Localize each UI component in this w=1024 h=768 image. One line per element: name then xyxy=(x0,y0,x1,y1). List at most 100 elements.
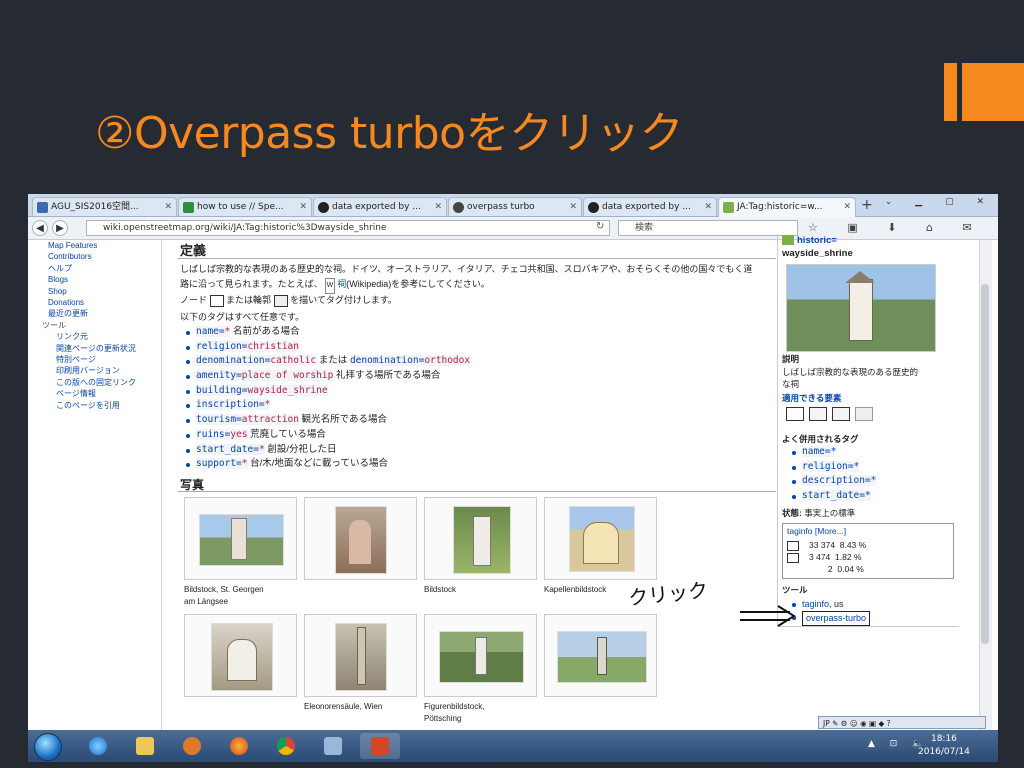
speakerdeck-icon xyxy=(183,202,194,213)
infobox-usage-label[interactable]: 適用できる要素 xyxy=(782,392,841,404)
reload-icon[interactable]: ↻ xyxy=(596,221,604,232)
node-icon xyxy=(209,294,224,307)
sidebar-item-printable[interactable]: 印刷用バージョン xyxy=(28,365,158,376)
tab-close-icon[interactable]: ✕ xyxy=(843,198,851,216)
overpass-turbo-link[interactable]: overpass-turbo xyxy=(792,611,871,626)
common-tags-list: name=* religion=* description=* start_da… xyxy=(792,445,877,504)
taginfo-row: 2 0.04 % xyxy=(827,564,864,574)
sidebar-item-recent-changes[interactable]: 最近の更新 xyxy=(28,308,158,319)
relation-icon xyxy=(855,407,873,421)
media-player-app[interactable] xyxy=(172,733,212,759)
paint-icon xyxy=(324,737,342,755)
tab-github-2[interactable]: data exported by ... ✕ xyxy=(583,197,717,216)
paint-app[interactable] xyxy=(313,733,353,759)
forward-button[interactable]: ▶ xyxy=(52,220,68,236)
photo-caption: Eleonorensäule, Wien xyxy=(304,702,383,711)
description-line-2: 路に沿って見られます。たとえば、 W 祠(Wikipedia)を参考にしてください。 xyxy=(180,277,490,294)
infobox-title: wayside_shrine xyxy=(782,248,853,259)
tab-agu[interactable]: AGU_SIS2016空間... ✕ xyxy=(32,197,177,216)
wikipedia-link[interactable]: 祠 xyxy=(337,279,346,289)
list-item: inscription=* xyxy=(186,398,470,413)
firefox-app[interactable] xyxy=(219,733,259,759)
sidebar-item-page-info[interactable]: ページ情報 xyxy=(28,388,158,399)
windows-taskbar: ▲ ⊡ 🔈 18:16 2016/07/14 xyxy=(28,730,998,762)
page-icon xyxy=(37,202,48,213)
tab-overpass[interactable]: overpass turbo ✕ xyxy=(448,197,582,216)
tab-close-icon[interactable]: ✕ xyxy=(704,198,712,216)
folder-icon xyxy=(136,737,154,755)
heading-rule xyxy=(178,258,776,259)
url-field[interactable]: wiki.openstreetmap.org/wiki/JA:Tag:histo… xyxy=(86,220,610,236)
list-item: start_date=* 創設/分祀した日 xyxy=(186,443,470,458)
taginfo-header[interactable]: taginfo [More...] xyxy=(787,526,846,536)
tab-close-icon[interactable]: ✕ xyxy=(569,198,577,216)
tab-github-1[interactable]: data exported by ... ✕ xyxy=(313,197,447,216)
sidebar-item-permanent-link[interactable]: この版への固定リンク xyxy=(28,377,158,388)
photo-thumbnail[interactable] xyxy=(184,614,297,697)
ie-app[interactable] xyxy=(78,733,118,759)
list-item: denomination=catholic または denomination=o… xyxy=(186,354,471,369)
photo-caption: Bildstock, St. Georgen xyxy=(184,585,264,594)
tab-speakerdeck[interactable]: how to use // Spe... ✕ xyxy=(178,197,312,216)
list-item: start_date=* xyxy=(792,489,876,504)
list-item: religion=christian xyxy=(186,340,470,355)
ie-icon xyxy=(89,737,107,755)
language-bar[interactable]: JP ✎ ⚙ ☺ ◉ ▣ ◆ ? xyxy=(818,716,986,729)
infobox-description: しばしば宗教的な表現のある歴史的 xyxy=(782,367,919,377)
new-tab-button[interactable]: + xyxy=(861,196,873,214)
list-item: name=* xyxy=(792,445,876,460)
taginfo-link[interactable]: taginfo, us xyxy=(792,598,870,611)
area-icon xyxy=(273,294,288,307)
search-input[interactable]: 検索 xyxy=(618,220,798,236)
chrome-app[interactable] xyxy=(266,733,306,759)
tab-close-icon[interactable]: ✕ xyxy=(434,198,442,216)
media-player-icon xyxy=(183,737,201,755)
tab-bar: AGU_SIS2016空間... ✕ how to use // Spe... … xyxy=(28,194,998,217)
powerpoint-app[interactable] xyxy=(360,733,400,759)
photo-caption: Kapellenbildstock xyxy=(544,585,607,594)
accent-block xyxy=(962,63,1024,121)
list-item: building=wayside_shrine xyxy=(186,384,470,399)
tab-osm-wiki[interactable]: JA:Tag:historic=w... ✕ xyxy=(718,197,856,217)
sidebar-item-map-features[interactable]: Map Features xyxy=(28,240,158,251)
github-icon xyxy=(318,202,329,213)
photo-thumbnail[interactable] xyxy=(424,497,537,580)
infobox-description: な祠 xyxy=(782,379,800,389)
sidebar-item-donations[interactable]: Donations xyxy=(28,297,158,308)
photo-thumbnail[interactable] xyxy=(304,614,417,697)
infobox-tools-label: ツール xyxy=(782,585,808,595)
sidebar-item-cite[interactable]: このページを引用 xyxy=(28,400,158,411)
sidebar-item-what-links-here[interactable]: リンク元 xyxy=(28,331,158,342)
scrollbar-thumb[interactable] xyxy=(981,284,989,644)
element-usage-line: ノード または輪郭 を描いてタグ付けします。 xyxy=(180,294,397,307)
back-button[interactable]: ◀ xyxy=(32,220,48,236)
photo-caption: am Längsee xyxy=(184,597,229,606)
tab-close-icon[interactable]: ✕ xyxy=(299,198,307,216)
tab-close-icon[interactable]: ✕ xyxy=(164,198,172,216)
sidebar-item-contributors[interactable]: Contributors xyxy=(28,251,158,262)
photo-thumbnail[interactable] xyxy=(544,497,657,580)
window-controls[interactable]: ⌄ ▁ ▢ ✕ xyxy=(885,197,994,207)
taskbar-clock[interactable]: 18:16 2016/07/14 xyxy=(918,733,970,759)
photo-caption: Figurenbildstock, xyxy=(424,702,485,711)
sidebar-item-blogs[interactable]: Blogs xyxy=(28,274,158,285)
photo-thumbnail[interactable] xyxy=(304,497,417,580)
start-button[interactable] xyxy=(34,733,62,761)
sidebar-item-special-pages[interactable]: 特別ページ xyxy=(28,354,158,365)
overpass-icon xyxy=(453,202,464,213)
explorer-app[interactable] xyxy=(125,733,165,759)
sidebar-item-related-changes[interactable]: 関連ページの更新状況 xyxy=(28,343,158,354)
github-icon xyxy=(588,202,599,213)
photo-thumbnail[interactable] xyxy=(544,614,657,697)
taginfo-row: 3 474 1.82 % xyxy=(787,552,861,563)
way-icon xyxy=(809,407,827,421)
node-icon xyxy=(787,540,799,551)
sidebar-item-shop[interactable]: Shop xyxy=(28,286,158,297)
photo-thumbnail[interactable] xyxy=(424,614,537,697)
infobox-description-label: 説明 xyxy=(782,354,800,364)
heading-rule xyxy=(178,491,776,492)
photo-thumbnail[interactable] xyxy=(184,497,297,580)
sidebar-item-help[interactable]: ヘルプ xyxy=(28,263,158,274)
list-item: description=* xyxy=(792,474,877,489)
sidebar-section-tools: ツール xyxy=(42,320,66,330)
